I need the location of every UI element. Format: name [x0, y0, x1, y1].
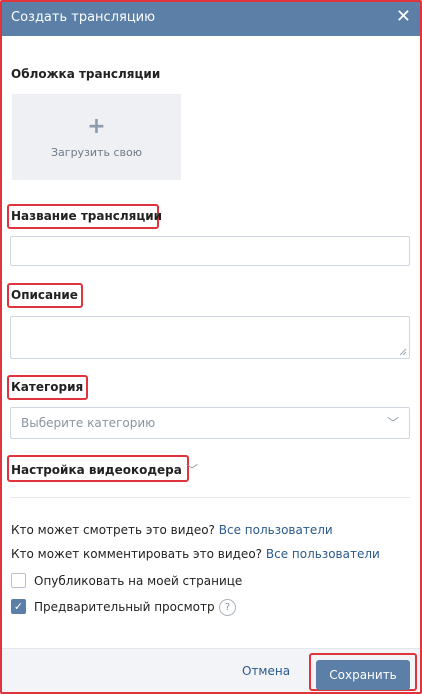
chevron-down-icon: ﹀: [186, 463, 199, 477]
description-label: Описание: [11, 288, 78, 302]
category-label: Категория: [11, 380, 84, 394]
category-select[interactable]: Выберите категорию ﹀: [10, 407, 410, 439]
comment-privacy-question: Кто может комментировать это видео?: [11, 547, 263, 561]
create-stream-dialog: Создать трансляцию ✕ Обложка трансляции …: [0, 0, 422, 694]
dialog-header: Создать трансляцию ✕: [2, 2, 420, 36]
close-icon[interactable]: ✕: [396, 7, 411, 27]
view-privacy-question: Кто может смотреть это видео?: [11, 523, 215, 537]
publish-on-page-checkbox[interactable]: [11, 573, 26, 588]
checkmark-icon: ✓: [13, 600, 24, 613]
divider: [10, 497, 410, 498]
preview-label[interactable]: Предварительный просмотр: [34, 600, 215, 614]
save-button[interactable]: Сохранить: [316, 660, 410, 690]
chevron-down-icon: ﹀: [386, 416, 399, 430]
category-placeholder: Выберите категорию: [21, 416, 156, 430]
preview-checkbox[interactable]: ✓: [11, 599, 26, 614]
view-privacy-row: Кто может смотреть это видео? Все пользо…: [11, 523, 333, 537]
dialog-title: Создать трансляцию: [11, 10, 156, 25]
comment-privacy-row: Кто может комментировать это видео? Все …: [11, 547, 380, 561]
cover-upload-area[interactable]: + Загрузить свою: [12, 94, 181, 180]
description-textarea[interactable]: [10, 316, 410, 359]
plus-icon: +: [87, 114, 106, 139]
save-button-wrap: Сохранить: [309, 653, 417, 691]
stream-name-input[interactable]: [10, 236, 410, 266]
cancel-button[interactable]: Отмена: [242, 664, 290, 678]
encoder-settings-label: Настройка видеокодера: [11, 463, 182, 477]
name-label: Название трансляции: [11, 209, 163, 223]
upload-own-label: Загрузить свою: [51, 146, 142, 159]
view-privacy-link[interactable]: Все пользователи: [219, 523, 333, 537]
dialog-footer: Отмена Сохранить: [2, 648, 420, 692]
help-icon[interactable]: ?: [219, 599, 236, 616]
cover-label: Обложка трансляции: [11, 67, 161, 81]
publish-on-page-label[interactable]: Опубликовать на моей странице: [34, 574, 242, 588]
comment-privacy-link[interactable]: Все пользователи: [266, 547, 380, 561]
encoder-settings-toggle[interactable]: Настройка видеокодера ﹀: [11, 461, 198, 478]
resize-handle-icon[interactable]: [399, 348, 407, 356]
